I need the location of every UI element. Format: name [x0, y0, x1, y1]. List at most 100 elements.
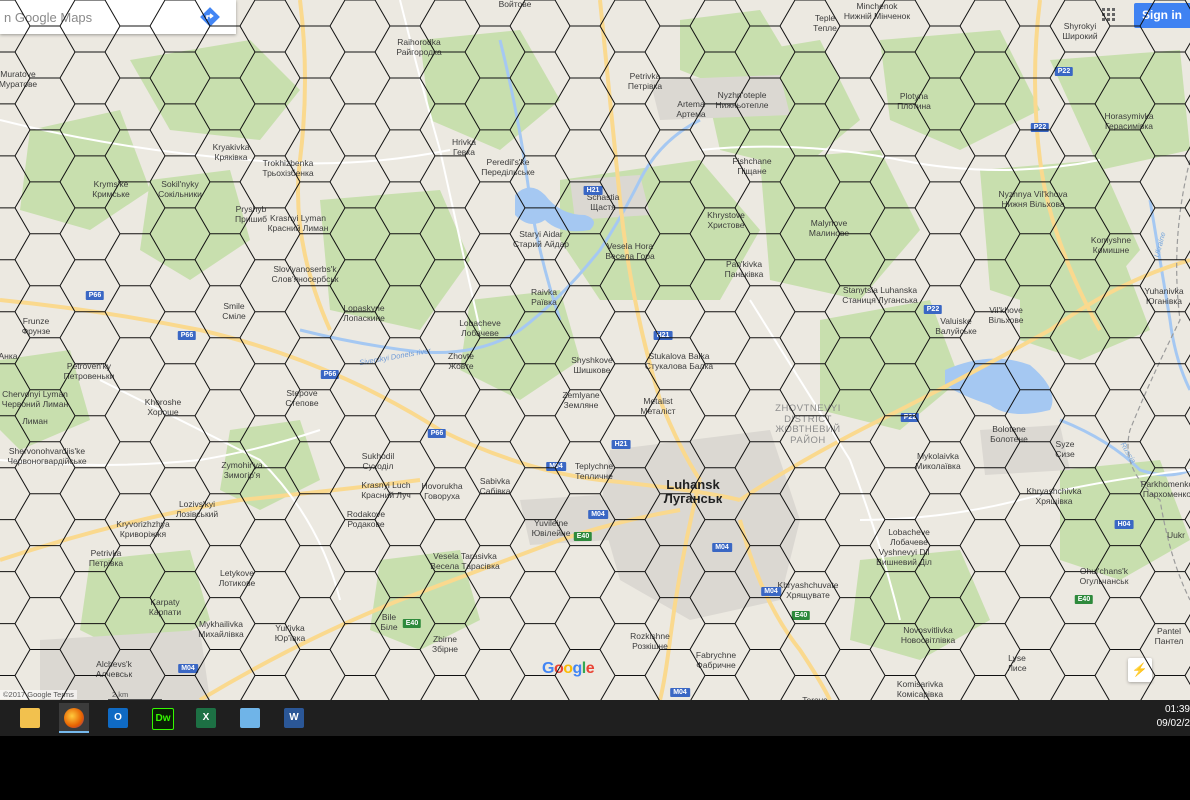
town-label: Komisarivka Комісарівка — [897, 679, 943, 699]
district-name: ЖОВТНЕВИЙ — [775, 424, 841, 435]
town-name-latin: Plotyna — [899, 91, 929, 101]
city-name: Luhansk — [666, 477, 720, 492]
town-name-cyr: Хрящівка — [1035, 495, 1073, 506]
road-shield: H21 — [583, 186, 603, 195]
firefox-glyph — [64, 708, 84, 728]
town-name-latin: Slov'yanoserbs'k — [273, 264, 337, 274]
town-name-latin: Alchevs'k — [96, 659, 132, 669]
town-name-cyr: Юганівка — [1146, 295, 1182, 306]
town-name-latin: Yuhanivka — [1144, 286, 1184, 296]
town-name-cyr: Тепле — [813, 22, 837, 33]
town-label: Sokil'nyky Сокільники — [158, 179, 202, 199]
district-name: DISTRICT — [784, 413, 832, 425]
town-name-latin: Teple — [814, 13, 836, 23]
search-box[interactable]: n Google Maps — [0, 0, 236, 34]
road-shield: E40 — [573, 532, 593, 541]
town-label: Petrivka Петрівка — [627, 71, 663, 91]
taskbar-clock[interactable]: 01:39 09/02/2 — [1157, 703, 1190, 731]
town-label: Novosvitlivka Новосвітлівка — [900, 625, 956, 645]
sign-in-button[interactable]: Sign in — [1134, 3, 1190, 28]
town-name-cyr: Герасимівка — [1104, 120, 1154, 131]
town-name-cyr: Суходіл — [362, 460, 394, 471]
town-name-latin: Teplychne — [574, 461, 614, 471]
town-name-cyr: Кряківка — [214, 151, 248, 162]
town-name-latin: Raivka — [531, 287, 557, 297]
town-label: Yuhanivka Юганівка — [1144, 286, 1184, 306]
town-label: Plotyna Плотина — [897, 91, 931, 111]
town-label: Ohul'chans'k Огульчанськ — [1079, 566, 1129, 586]
town-name-cyr: Карпати — [148, 606, 182, 617]
road-shield: H21 — [653, 331, 673, 340]
town-label: Krasnyi Luch Красний Луч — [361, 480, 411, 500]
word-icon[interactable]: W — [279, 703, 309, 733]
town-name-cyr: Нижньотепле — [715, 99, 769, 110]
town-name-latin: Khryashchuvate — [777, 580, 839, 590]
town-label: Hovorukha Говоруха — [421, 481, 463, 501]
town-name-cyr: Тепличне — [575, 470, 613, 481]
town-name-latin: Ohul'chans'k — [1079, 566, 1129, 576]
town-label: Shyrokyi Широкий — [1062, 21, 1097, 41]
dreamweaver-icon[interactable]: Dw — [147, 703, 177, 733]
town-name-cyr: Новосвітлівка — [900, 634, 956, 645]
town-name-latin: Uukr — [1167, 530, 1185, 540]
town-name-latin: Karpaty — [150, 597, 180, 607]
town-name-cyr: Старий Айдар — [512, 238, 570, 249]
road-shield: M04 — [546, 462, 566, 471]
road-shield: E40 — [1074, 595, 1094, 604]
town-label: Vyshnevyi Dil Вишневий Діл — [876, 547, 932, 567]
outlook-icon[interactable]: O — [103, 703, 133, 733]
town-label: Lobacheve Лобачеве — [888, 527, 930, 547]
map-attribution[interactable]: ©2017 Google Terms — [0, 690, 77, 699]
town-name-cyr: Земляне — [563, 399, 599, 410]
town-name-cyr: Петрівка — [627, 80, 663, 91]
town-name-latin: Stukalova Balka — [648, 351, 710, 361]
town-name-latin: Hovorukha — [421, 481, 463, 491]
town-name-cyr: Валуйське — [935, 325, 977, 336]
town-label: Khoroshe Хороше — [145, 397, 181, 417]
town-label: Trokhizbenka Трьохізбенка — [262, 158, 314, 178]
town-name-cyr: Сабівка — [479, 485, 511, 496]
town-name-latin: Komyshne — [1090, 235, 1132, 245]
town-name-latin: Syze — [1055, 439, 1075, 449]
town-name-cyr: Стукалова Балка — [644, 360, 714, 371]
town-name-cyr: Криворіжжя — [119, 528, 167, 539]
road-shield: E40 — [791, 611, 811, 620]
town-name-cyr: Сміле — [222, 310, 246, 321]
town-name-latin: Bolotene — [992, 424, 1026, 434]
town-label: Khryashchuvate Хрящувате — [777, 580, 839, 600]
town-label: Stukalova Balka Стукалова Балка — [644, 351, 714, 371]
town-name-latin: Hrivka — [451, 137, 477, 147]
town-name-cyr: Трьохізбенка — [262, 167, 314, 178]
scale-bar[interactable]: 2 km — [108, 690, 162, 700]
town-label: Lopaskyne Лопаскине — [343, 303, 385, 323]
city-name: Луганськ — [663, 491, 723, 506]
road-shield: M04 — [761, 587, 781, 596]
directions-icon[interactable] — [199, 6, 221, 28]
town-label: Minchenok Нижній Мінченок — [844, 1, 910, 21]
firefox-icon[interactable] — [59, 703, 89, 733]
town-name-latin: Lyse — [1008, 653, 1026, 663]
search-input-text: n Google Maps — [4, 10, 93, 25]
map-canvas[interactable]: КапітановеMuratoveМуратовеВойтовеRaihoro… — [0, 0, 1190, 700]
town-name-latin: Pan'kivka — [725, 259, 763, 269]
town-name-latin: Khrystove — [707, 210, 745, 220]
town-label: Yuvileine Ювілейне — [532, 518, 571, 538]
apps-grid-icon[interactable] — [1102, 8, 1116, 22]
town-name-latin: Vesela Hora — [606, 241, 654, 251]
pegman-icon[interactable]: ⚡ — [1128, 658, 1152, 682]
road-shield: P66 — [85, 291, 105, 300]
town-name-cyr: Муратове — [0, 78, 38, 89]
screenshot-tool-icon[interactable] — [235, 703, 265, 733]
town-label: Sabivka Сабівка — [479, 476, 511, 496]
town-label: Horasymivka Герасимівка — [1104, 111, 1154, 131]
excel-icon[interactable]: X — [191, 703, 221, 733]
file-explorer-icon[interactable] — [15, 703, 45, 733]
town-name-cyr: Плотина — [897, 100, 931, 111]
town-name-cyr: Червоний Лиман — [1, 398, 69, 409]
town-name-cyr: Петровеньки — [63, 370, 115, 381]
road-shield: M04 — [670, 688, 690, 697]
town-name-cyr: Петрівка — [88, 557, 124, 568]
town-name-cyr: Металіст — [640, 405, 676, 416]
town-name-cyr: Красний Луч — [361, 489, 411, 500]
town-name-latin: Sukhodil — [361, 451, 395, 461]
